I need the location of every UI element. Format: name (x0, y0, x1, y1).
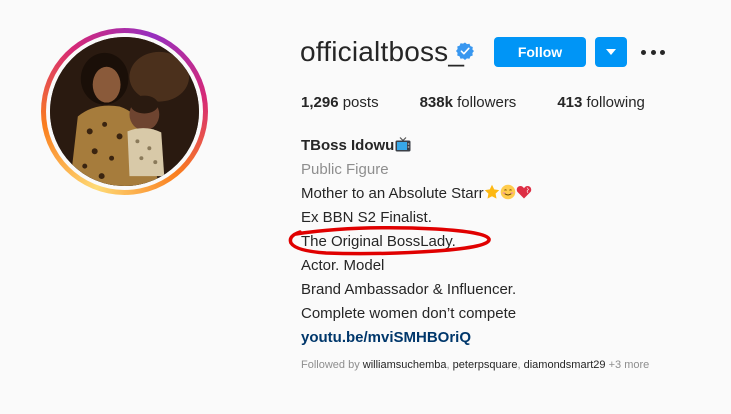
heart-emoji-icon (516, 186, 531, 199)
bio-line: Ex BBN S2 Finalist. (301, 209, 432, 226)
followers-count[interactable]: 838k followers (420, 94, 517, 111)
followed-by-user[interactable]: peterpsquare (453, 359, 518, 371)
bio-line: Mother to an Absolute Starr (301, 182, 532, 206)
follow-button[interactable]: Follow (494, 37, 586, 67)
followed-by-user[interactable]: williamsuchemba (363, 359, 447, 371)
profile-category: Public Figure (301, 161, 389, 178)
verified-badge-icon (456, 42, 474, 60)
followed-by-more[interactable]: +3 more (606, 359, 650, 371)
posts-count: 1,296 posts (301, 94, 379, 111)
chevron-down-icon (606, 49, 616, 55)
profile-photo (50, 37, 199, 186)
profile-display-name: TBoss Idowu (301, 137, 395, 154)
profile-username: officialtboss_ (300, 36, 465, 67)
bio-line: Complete women don’t compete (301, 305, 517, 322)
profile-avatar[interactable] (41, 28, 208, 195)
bio-line: Actor. Model (301, 257, 385, 274)
more-options-icon (641, 49, 646, 55)
suggested-accounts-dropdown-button[interactable] (595, 37, 627, 67)
profile-bio: TBoss Idowu Public Figure Mother to an A… (301, 134, 532, 350)
bio-line-highlighted: The Original BossLady. (301, 233, 456, 250)
more-options-button[interactable] (641, 42, 665, 62)
tv-emoji-icon (395, 137, 411, 152)
followed-by-user[interactable]: diamondsmart29 (524, 359, 606, 371)
smiling-face-emoji-icon (500, 184, 515, 200)
star-emoji-icon (484, 184, 499, 199)
followed-by[interactable]: Followed by williamsuchemba, peterpsquar… (301, 359, 649, 371)
avatar-image (50, 37, 199, 186)
following-count[interactable]: 413 following (557, 94, 645, 111)
bio-link[interactable]: youtu.be/mviSMHBOriQ (301, 326, 532, 350)
bio-line: Brand Ambassador & Influencer. (301, 281, 517, 298)
profile-counts: 1,296 posts 838k followers 413 following (301, 94, 686, 111)
profile-page: officialtboss_ Follow 1,296 posts 838k f… (0, 0, 731, 414)
